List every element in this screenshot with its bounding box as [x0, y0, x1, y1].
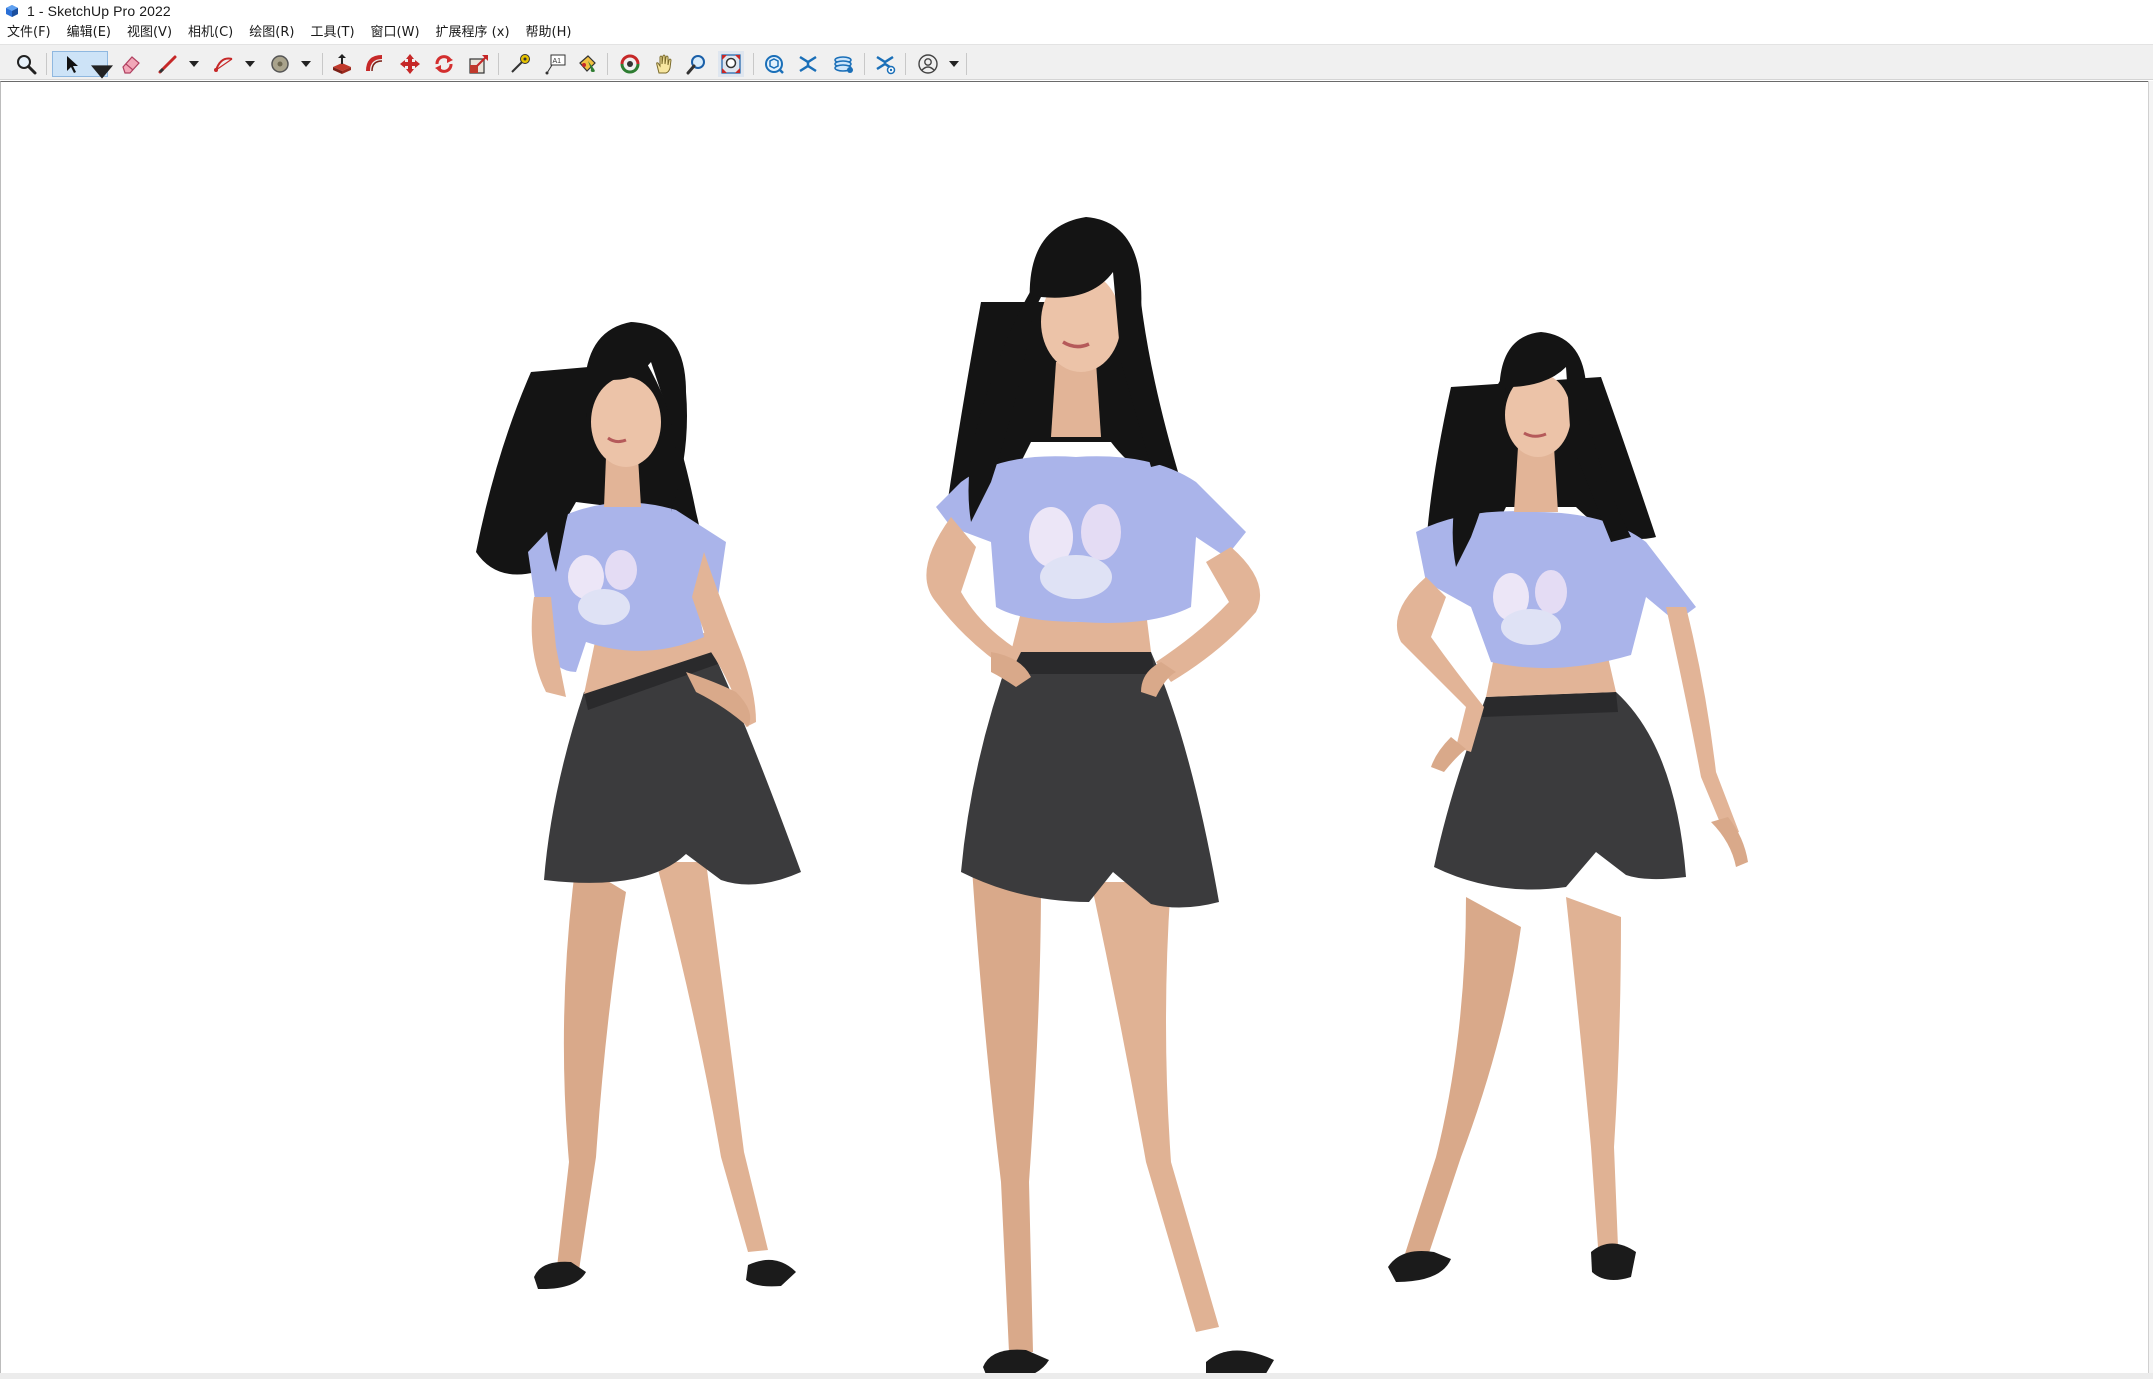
3d-warehouse-button[interactable]	[761, 51, 787, 77]
main-toolbar: A1	[0, 44, 2153, 80]
menu-view[interactable]: 视图(V)	[119, 22, 180, 44]
rotate-tool-button[interactable]	[431, 51, 457, 77]
text-label-icon: A1	[545, 54, 566, 75]
dropdown-arrow-icon[interactable]	[91, 61, 113, 83]
menu-file[interactable]: 文件(F)	[0, 22, 59, 44]
menu-extensions[interactable]: 扩展程序 (x)	[428, 22, 518, 44]
dropdown-arrow-icon[interactable]	[189, 61, 199, 67]
pan-tool-button[interactable]	[651, 51, 677, 77]
extension-manager-button[interactable]	[872, 51, 898, 77]
status-bar	[0, 1373, 2153, 1379]
window-title: 1 - SketchUp Pro 2022	[27, 3, 171, 19]
rotate-icon	[435, 55, 453, 73]
orbit-tool-button[interactable]	[617, 51, 643, 77]
toolbar-separator	[607, 53, 608, 75]
follow-me-icon	[366, 55, 383, 72]
extension-manager-icon	[876, 55, 896, 75]
arc-tool-button[interactable]	[211, 51, 237, 77]
toolbar-separator	[966, 53, 967, 75]
3d-warehouse-icon	[765, 55, 784, 74]
sketchup-window: 1 - SketchUp Pro 2022 文件(F) 编辑(E) 视图(V) …	[0, 0, 2153, 1379]
layout-send-button[interactable]	[831, 51, 857, 77]
pencil-line-icon	[158, 55, 177, 74]
select-tool-button[interactable]	[52, 51, 113, 79]
scale-tool-button[interactable]	[466, 51, 492, 77]
zoom-window-tool-button[interactable]	[684, 51, 710, 77]
menu-bar: 文件(F) 编辑(E) 视图(V) 相机(C) 绘图(R) 工具(T) 窗口(W…	[0, 22, 2153, 44]
svg-text:A1: A1	[553, 58, 562, 65]
zoom-window-icon	[686, 55, 705, 75]
follow-me-tool-button[interactable]	[362, 51, 388, 77]
tape-measure-icon	[511, 54, 530, 73]
dropdown-arrow-icon[interactable]	[301, 61, 311, 67]
eraser-tool-button[interactable]	[118, 51, 144, 77]
toolbar-separator	[864, 53, 865, 75]
model-viewport[interactable]	[0, 81, 2148, 1373]
orbit-icon	[620, 54, 640, 74]
move-icon	[400, 54, 420, 74]
menu-window[interactable]: 窗口(W)	[363, 22, 428, 44]
zoom-icon	[17, 55, 37, 75]
dropdown-arrow-icon[interactable]	[949, 61, 959, 67]
push-pull-icon	[333, 54, 351, 74]
sketchup-logo-icon	[6, 5, 18, 17]
account-button[interactable]	[915, 51, 941, 77]
extension-warehouse-button[interactable]	[795, 51, 821, 77]
center-figure[interactable]	[851, 182, 1331, 1373]
paint-bucket-tool-button[interactable]	[574, 51, 600, 77]
line-tool-button[interactable]	[155, 51, 181, 77]
menu-help[interactable]: 帮助(H)	[518, 22, 580, 44]
dropdown-arrow-icon[interactable]	[245, 61, 255, 67]
menu-draw[interactable]: 绘图(R)	[241, 22, 302, 44]
push-pull-tool-button[interactable]	[329, 51, 355, 77]
account-user-icon	[918, 54, 938, 74]
pan-hand-icon	[656, 54, 672, 74]
title-bar: 1 - SketchUp Pro 2022	[0, 0, 2153, 22]
text-tool-button[interactable]: A1	[542, 51, 568, 77]
zoom-tool-button[interactable]	[13, 51, 39, 77]
zoom-extents-icon	[721, 54, 741, 74]
toolbar-separator	[905, 53, 906, 75]
tape-measure-tool-button[interactable]	[507, 51, 533, 77]
menu-camera[interactable]: 相机(C)	[180, 22, 241, 44]
circle-shape-icon	[271, 55, 289, 73]
eraser-icon	[122, 56, 140, 74]
left-figure[interactable]	[456, 252, 856, 1372]
scale-icon	[469, 55, 488, 74]
arc-icon	[214, 57, 233, 72]
extension-warehouse-icon	[799, 55, 817, 73]
toolbar-separator	[753, 53, 754, 75]
toolbar-separator	[498, 53, 499, 75]
zoom-extents-tool-button[interactable]	[718, 51, 744, 77]
toolbar-separator	[46, 53, 47, 75]
right-figure[interactable]	[1356, 277, 1776, 1347]
menu-edit[interactable]: 编辑(E)	[59, 22, 119, 44]
select-arrow-icon	[67, 56, 78, 73]
viewport-right-edge	[2148, 81, 2153, 1373]
layout-send-icon	[834, 56, 853, 73]
shape-tool-button[interactable]	[267, 51, 293, 77]
menu-tools[interactable]: 工具(T)	[302, 22, 362, 44]
move-tool-button[interactable]	[397, 51, 423, 77]
paint-bucket-icon	[579, 55, 596, 72]
toolbar-separator	[322, 53, 323, 75]
